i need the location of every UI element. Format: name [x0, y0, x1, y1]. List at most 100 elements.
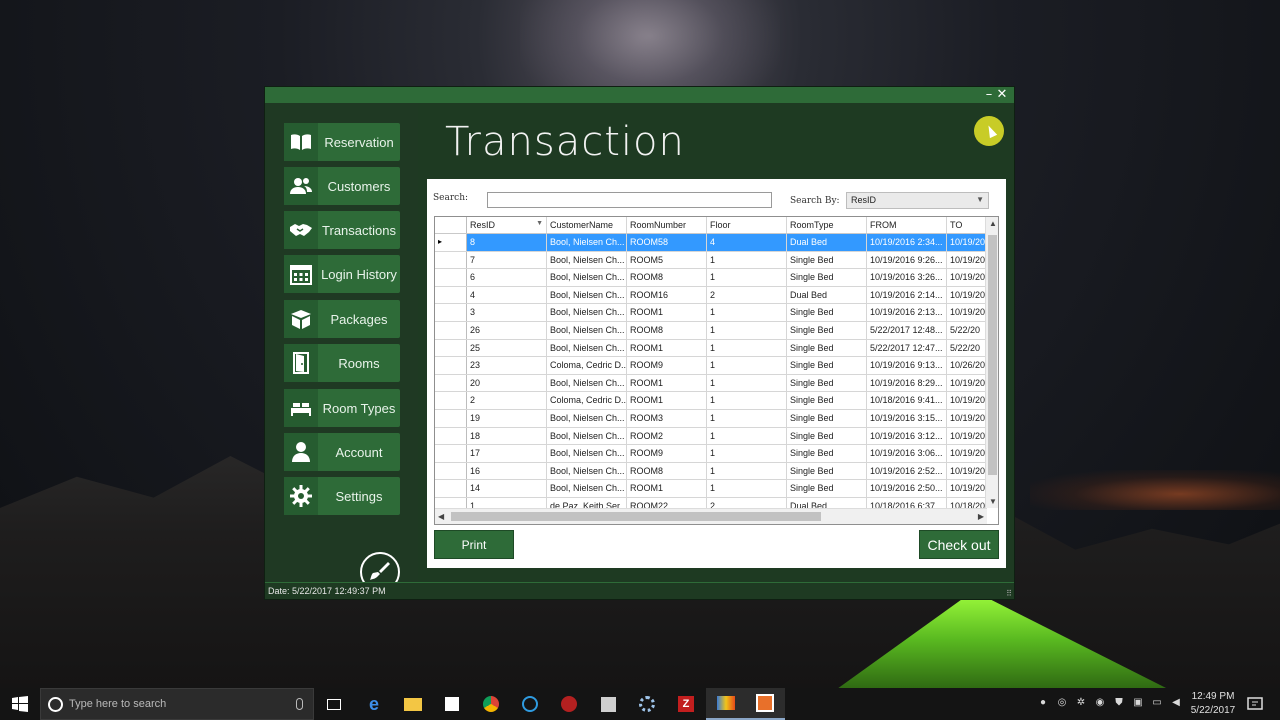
- table-cell[interactable]: 10/19/2016 3:15...: [867, 409, 947, 427]
- table-row[interactable]: 23 Coloma, Cedric D... ROOM9 1 Single Bed 10/…: [435, 357, 985, 375]
- horizontal-scroll-thumb[interactable]: [451, 512, 821, 521]
- table-row[interactable]: 20 Bool, Nielsen Ch... ROOM1 1 Single Bed 10/…: [435, 374, 985, 393]
- table-cell[interactable]: 10/26/20: [947, 357, 985, 374]
- table-row[interactable]: 2 Coloma, Cedric D... ROOM1 1 Single Bed 10/1…: [435, 392, 985, 410]
- sidebar-item-account[interactable]: Account: [284, 433, 400, 471]
- table-cell[interactable]: 16: [467, 462, 547, 480]
- table-cell[interactable]: 10/19/20: [947, 234, 985, 251]
- table-cell[interactable]: 8: [467, 234, 547, 251]
- table-cell[interactable]: 10/19/2016 2:50...: [867, 480, 947, 497]
- taskbar-file-explorer[interactable]: [393, 688, 433, 720]
- row-header[interactable]: [435, 374, 467, 392]
- sidebar-item-login-history[interactable]: Login History: [284, 255, 400, 293]
- close-button[interactable]: ✕: [995, 87, 1009, 103]
- table-row[interactable]: 6 Bool, Nielsen Ch... ROOM8 1 Single Bed 10/1…: [435, 269, 985, 287]
- table-row[interactable]: 19 Bool, Nielsen Ch... ROOM3 1 Single Bed 10/…: [435, 409, 985, 428]
- table-cell[interactable]: 10/19/2016 3:12...: [867, 427, 947, 445]
- table-cell[interactable]: 10/19/20: [947, 269, 985, 286]
- row-header[interactable]: [435, 480, 467, 497]
- resize-grip-icon[interactable]: ⠿: [1006, 589, 1012, 598]
- column-header-resid[interactable]: ResID ▼: [467, 217, 547, 233]
- table-cell[interactable]: 1: [707, 392, 787, 409]
- table-cell[interactable]: 2: [707, 286, 787, 304]
- microphone-icon[interactable]: [296, 698, 303, 710]
- table-cell[interactable]: 17: [467, 445, 547, 462]
- table-cell[interactable]: ROOM16: [627, 286, 707, 304]
- table-cell[interactable]: 7: [467, 251, 547, 269]
- table-cell[interactable]: 10/19/20: [947, 304, 985, 321]
- row-header[interactable]: [435, 304, 467, 321]
- table-cell[interactable]: ROOM8: [627, 462, 707, 480]
- table-row[interactable]: 16 Bool, Nielsen Ch... ROOM8 1 Single Bed 10/…: [435, 462, 985, 481]
- table-cell[interactable]: 10/19/2016 3:06...: [867, 445, 947, 462]
- table-cell[interactable]: Bool, Nielsen Ch...: [547, 339, 627, 357]
- task-view-button[interactable]: [314, 688, 354, 720]
- table-cell[interactable]: Single Bed: [787, 357, 867, 374]
- table-row[interactable]: 18 Bool, Nielsen Ch... ROOM2 1 Single Bed 10/…: [435, 427, 985, 446]
- start-button[interactable]: [0, 688, 40, 720]
- table-cell[interactable]: Bool, Nielsen Ch...: [547, 269, 627, 286]
- table-cell[interactable]: 10/18/2016 9:41...: [867, 392, 947, 409]
- table-cell[interactable]: Bool, Nielsen Ch...: [547, 445, 627, 462]
- tray-icon-1[interactable]: ●: [1037, 697, 1049, 709]
- row-header[interactable]: [435, 445, 467, 462]
- table-cell[interactable]: ROOM9: [627, 357, 707, 374]
- table-cell[interactable]: Bool, Nielsen Ch...: [547, 409, 627, 427]
- taskbar-store[interactable]: [432, 688, 472, 720]
- sidebar-item-room-types[interactable]: Room Types: [284, 389, 400, 427]
- sidebar-item-reservation[interactable]: Reservation: [284, 123, 400, 161]
- row-header[interactable]: [435, 251, 467, 269]
- tray-icon-3[interactable]: ✲: [1075, 697, 1087, 709]
- vertical-scroll-thumb[interactable]: [988, 235, 997, 475]
- scroll-left-icon[interactable]: ◀: [438, 512, 444, 521]
- table-cell[interactable]: ROOM1: [627, 480, 707, 497]
- search-input[interactable]: [487, 192, 772, 208]
- tray-icon-5[interactable]: ⛊: [1113, 697, 1125, 709]
- table-cell[interactable]: Dual Bed: [787, 286, 867, 304]
- table-cell[interactable]: ROOM8: [627, 269, 707, 286]
- table-cell[interactable]: Single Bed: [787, 304, 867, 321]
- table-cell[interactable]: Single Bed: [787, 480, 867, 497]
- taskbar-settings[interactable]: [627, 688, 667, 720]
- table-row[interactable]: 26 Bool, Nielsen Ch... ROOM8 1 Single Bed 5/2…: [435, 321, 985, 340]
- table-cell[interactable]: Single Bed: [787, 409, 867, 427]
- table-cell[interactable]: 10/19/20: [947, 445, 985, 462]
- table-cell[interactable]: 1: [707, 374, 787, 392]
- table-cell[interactable]: Bool, Nielsen Ch...: [547, 251, 627, 269]
- table-cell[interactable]: 10/19/20: [947, 428, 985, 445]
- taskbar-recorder[interactable]: [745, 688, 785, 720]
- table-cell[interactable]: 5/22/2017 12:48...: [867, 321, 947, 339]
- table-row[interactable]: 14 Bool, Nielsen Ch... ROOM1 1 Single Bed 10/…: [435, 480, 985, 498]
- table-cell[interactable]: 1: [707, 321, 787, 339]
- table-cell[interactable]: 23: [467, 357, 547, 374]
- column-header-customername[interactable]: CustomerName: [547, 217, 627, 233]
- table-row[interactable]: ▸ 8 Bool, Nielsen Ch... ROOM58 4 Dual Bed 10/1…: [435, 234, 985, 252]
- table-cell[interactable]: 10/19/20: [947, 287, 985, 304]
- table-cell[interactable]: 19: [467, 409, 547, 427]
- check-out-button[interactable]: Check out: [919, 530, 999, 559]
- sidebar-item-packages[interactable]: Packages: [284, 300, 400, 338]
- table-cell[interactable]: 25: [467, 339, 547, 357]
- table-cell[interactable]: 1: [707, 480, 787, 497]
- table-cell[interactable]: 10/19/2016 2:52...: [867, 462, 947, 480]
- table-cell[interactable]: ROOM9: [627, 445, 707, 462]
- table-cell[interactable]: Dual Bed: [787, 234, 867, 251]
- table-cell[interactable]: ROOM5: [627, 251, 707, 269]
- table-row[interactable]: 4 Bool, Nielsen Ch... ROOM16 2 Dual Bed 10/19…: [435, 286, 985, 305]
- table-cell[interactable]: ROOM1: [627, 392, 707, 409]
- print-button[interactable]: Print: [434, 530, 514, 559]
- row-header[interactable]: [435, 409, 467, 427]
- sidebar-item-customers[interactable]: Customers: [284, 167, 400, 205]
- row-header[interactable]: [435, 357, 467, 374]
- table-cell[interactable]: 3: [467, 304, 547, 321]
- table-cell[interactable]: ROOM58: [627, 234, 707, 251]
- table-cell[interactable]: 1: [707, 357, 787, 374]
- row-header[interactable]: [435, 269, 467, 286]
- table-cell[interactable]: ROOM1: [627, 339, 707, 357]
- row-header[interactable]: [435, 321, 467, 339]
- row-header[interactable]: [435, 427, 467, 445]
- table-cell[interactable]: 1: [707, 462, 787, 480]
- search-by-dropdown[interactable]: ResID ▼: [846, 192, 989, 209]
- table-cell[interactable]: 10/19/2016 9:13...: [867, 357, 947, 374]
- table-cell[interactable]: 1: [707, 269, 787, 286]
